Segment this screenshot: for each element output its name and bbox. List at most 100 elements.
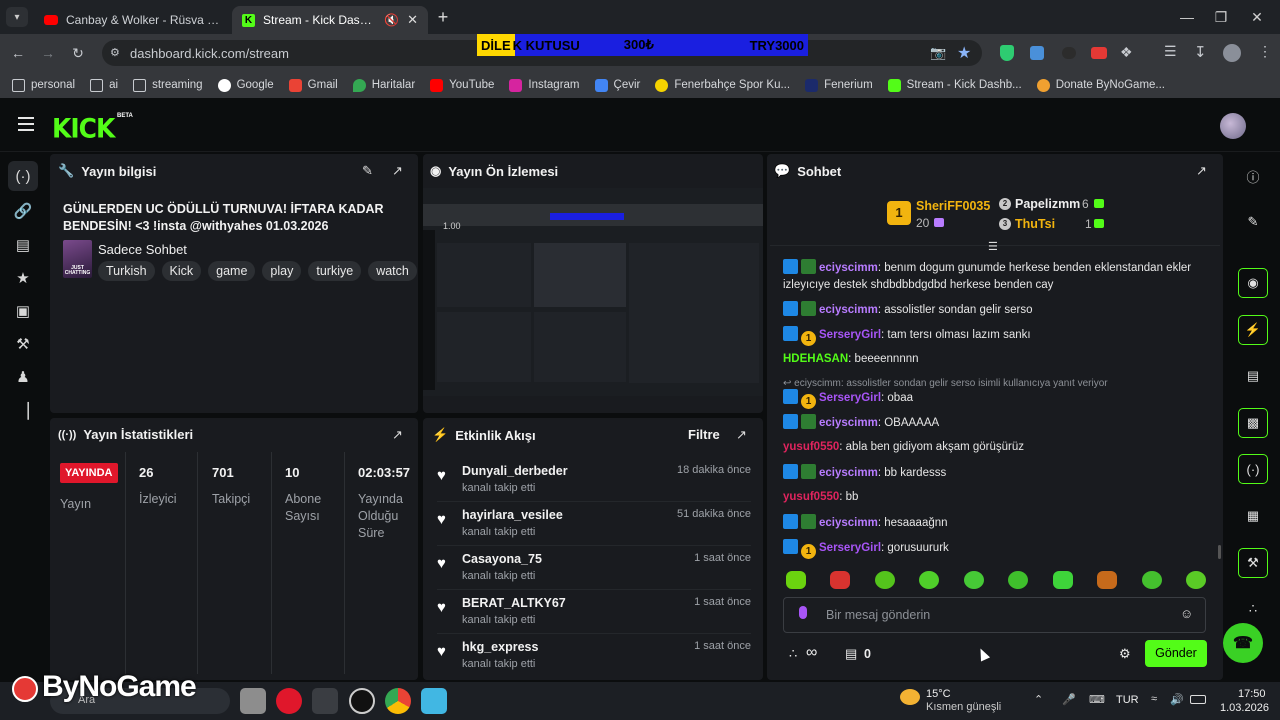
chat-toggle-icon[interactable]: ▩ bbox=[1238, 408, 1268, 438]
battery-icon[interactable] bbox=[1190, 695, 1206, 704]
tag-chip[interactable]: game bbox=[208, 261, 256, 281]
bookmark-gmail[interactable]: Gmail bbox=[288, 78, 338, 92]
forward-icon[interactable]: → bbox=[38, 44, 58, 62]
points-icon[interactable]: ∴ bbox=[789, 646, 797, 662]
rail-analytics-icon[interactable]: ▤ bbox=[8, 230, 38, 260]
send-button[interactable]: Gönder bbox=[1145, 640, 1207, 667]
bookmark-streaming[interactable]: streaming bbox=[133, 78, 203, 92]
tray-chevron-icon[interactable]: ⌃ bbox=[1034, 693, 1043, 706]
emote-icon[interactable] bbox=[1141, 571, 1162, 589]
mute-tab-icon[interactable]: 🔇 bbox=[384, 13, 399, 27]
activity-user[interactable]: BERAT_ALTKY67 bbox=[462, 596, 566, 610]
preview-toggle-icon[interactable]: ◉ bbox=[1238, 268, 1268, 298]
new-tab-button[interactable]: + bbox=[434, 8, 452, 26]
chat-username[interactable]: eciyscimm bbox=[819, 304, 878, 316]
tools-toggle-icon[interactable]: ⚒ bbox=[1238, 548, 1268, 578]
tag-chip[interactable]: play bbox=[262, 261, 302, 281]
chrome-icon[interactable] bbox=[385, 688, 411, 714]
chat-username[interactable]: eciyscimm bbox=[819, 417, 878, 429]
bookmark-personal[interactable]: personal bbox=[12, 78, 75, 92]
rail-tools-icon[interactable]: ⚒ bbox=[8, 329, 38, 359]
keyboard-tray-icon[interactable]: ⌨ bbox=[1089, 693, 1105, 706]
chat-username[interactable]: yusuf0550 bbox=[783, 491, 839, 503]
gift-box-icon[interactable]: ▤ bbox=[845, 646, 857, 662]
bookmark-star-icon[interactable]: ★ bbox=[957, 43, 971, 63]
share-icon[interactable]: ∴ bbox=[1238, 594, 1268, 624]
profile-avatar[interactable] bbox=[1223, 44, 1241, 62]
extension-translate-icon[interactable] bbox=[1030, 46, 1044, 60]
site-info-icon[interactable]: ⚙ bbox=[110, 46, 120, 59]
file-explorer-icon[interactable] bbox=[240, 688, 266, 714]
rail-video-icon[interactable]: ▣ bbox=[8, 296, 38, 326]
stats-toggle-icon[interactable]: (·) bbox=[1238, 454, 1268, 484]
rail-trophy-icon[interactable]: ★ bbox=[8, 263, 38, 293]
bookmark-google[interactable]: Google bbox=[217, 78, 274, 92]
extension-cloud-icon[interactable] bbox=[1062, 47, 1076, 59]
emote-icon[interactable] bbox=[1052, 571, 1073, 589]
rail-community-icon[interactable]: ♟ bbox=[8, 362, 38, 392]
kick-logo[interactable]: KICK bbox=[52, 113, 115, 143]
tag-chip[interactable]: watch bbox=[368, 261, 417, 281]
stream-preview-video[interactable]: 1.00 bbox=[423, 188, 763, 396]
rail-stream-icon[interactable]: (·) bbox=[8, 161, 38, 191]
category-name[interactable]: Sadece Sohbet bbox=[98, 242, 187, 257]
rail-link-icon[interactable]: 🔗 bbox=[8, 196, 38, 226]
bookmark-fenerium[interactable]: Fenerium bbox=[805, 78, 873, 92]
browser-tab-kick[interactable]: K Stream - Kick Dashboard 🔇 ✕ bbox=[232, 6, 428, 34]
chat-username[interactable]: eciyscimm bbox=[819, 262, 878, 274]
download-icon[interactable]: ↧ bbox=[1194, 43, 1207, 61]
tag-chip[interactable]: turkiye bbox=[308, 261, 362, 281]
emote-icon[interactable] bbox=[786, 571, 806, 589]
bookmark-kick-dashboard[interactable]: Stream - Kick Dashb... bbox=[887, 78, 1022, 92]
expand-icon[interactable]: ↗ bbox=[392, 163, 403, 179]
activity-user[interactable]: hkg_express bbox=[462, 640, 538, 654]
opera-icon[interactable] bbox=[276, 688, 302, 714]
bookmark-instagram[interactable]: Instagram bbox=[509, 78, 580, 92]
expand-icon[interactable]: ↗ bbox=[736, 427, 747, 443]
emote-icon[interactable] bbox=[919, 571, 940, 589]
user-avatar[interactable] bbox=[1220, 113, 1246, 139]
collapse-leaderboard-icon[interactable]: ☰ bbox=[988, 240, 998, 253]
camera-off-icon[interactable]: 📷 bbox=[930, 45, 946, 61]
edit-pencil-icon[interactable]: ✎ bbox=[362, 163, 373, 179]
browser-tab-youtube[interactable]: Canbay & Wolker - Rüsva (Offic bbox=[34, 6, 230, 34]
bookmark-youtube[interactable]: YouTube bbox=[430, 78, 494, 92]
close-window-button[interactable]: ✕ bbox=[1234, 0, 1280, 34]
expand-icon[interactable]: ↗ bbox=[392, 427, 403, 443]
chat-username[interactable]: SerseryGirl bbox=[819, 392, 881, 404]
browser-menu-icon[interactable]: ⋮ bbox=[1258, 43, 1272, 60]
hamburger-menu-icon[interactable] bbox=[18, 117, 34, 131]
emote-icon[interactable] bbox=[874, 571, 895, 589]
bookmark-haritalar[interactable]: Haritalar bbox=[352, 78, 415, 92]
extensions-puzzle-icon[interactable]: ❖ bbox=[1120, 44, 1133, 61]
close-tab-icon[interactable]: ✕ bbox=[407, 12, 418, 28]
chat-username[interactable]: eciyscimm bbox=[819, 517, 878, 529]
activity-user[interactable]: Dunyali_derbeder bbox=[462, 464, 568, 478]
reading-list-icon[interactable]: ☰ bbox=[1164, 43, 1177, 60]
obs-icon[interactable] bbox=[349, 688, 375, 714]
chat-username[interactable]: HDEHASAN bbox=[783, 353, 848, 365]
emote-icon[interactable] bbox=[1097, 571, 1118, 589]
bookmark-fenerbahce[interactable]: Fenerbahçe Spor Ku... bbox=[655, 78, 790, 92]
wifi-icon[interactable]: ≈ bbox=[1151, 693, 1157, 705]
notes-icon[interactable]: ▤ bbox=[1238, 361, 1268, 391]
expand-icon[interactable]: ↗ bbox=[1196, 163, 1207, 179]
emote-icon[interactable] bbox=[830, 571, 851, 589]
bookmark-ai[interactable]: ai bbox=[90, 78, 118, 92]
chat-username[interactable]: yusuf0550 bbox=[783, 441, 839, 453]
filter-button[interactable]: Filtre bbox=[688, 427, 720, 442]
bookmark-donate-bynogame[interactable]: Donate ByNoGame... bbox=[1036, 78, 1165, 92]
extension-youtube-icon[interactable] bbox=[1091, 47, 1107, 59]
rank-3-name[interactable]: ThuTsi bbox=[1015, 217, 1055, 231]
extension-shield-icon[interactable] bbox=[1000, 45, 1014, 61]
activity-toggle-icon[interactable]: ⚡ bbox=[1238, 315, 1268, 345]
activity-user[interactable]: Casayona_75 bbox=[462, 552, 542, 566]
rank-2-name[interactable]: Papelizmm bbox=[1015, 197, 1080, 211]
support-headset-button[interactable]: ☎ bbox=[1223, 623, 1263, 663]
layout-icon[interactable]: ▦ bbox=[1238, 501, 1268, 531]
emote-icon[interactable] bbox=[1008, 571, 1029, 589]
reload-icon[interactable]: ↻ bbox=[68, 44, 88, 62]
rail-monetization-icon[interactable]: ▕ bbox=[8, 396, 38, 426]
info-icon[interactable]: ⓘ bbox=[1238, 161, 1268, 191]
tag-chip[interactable]: Turkish bbox=[98, 261, 155, 281]
